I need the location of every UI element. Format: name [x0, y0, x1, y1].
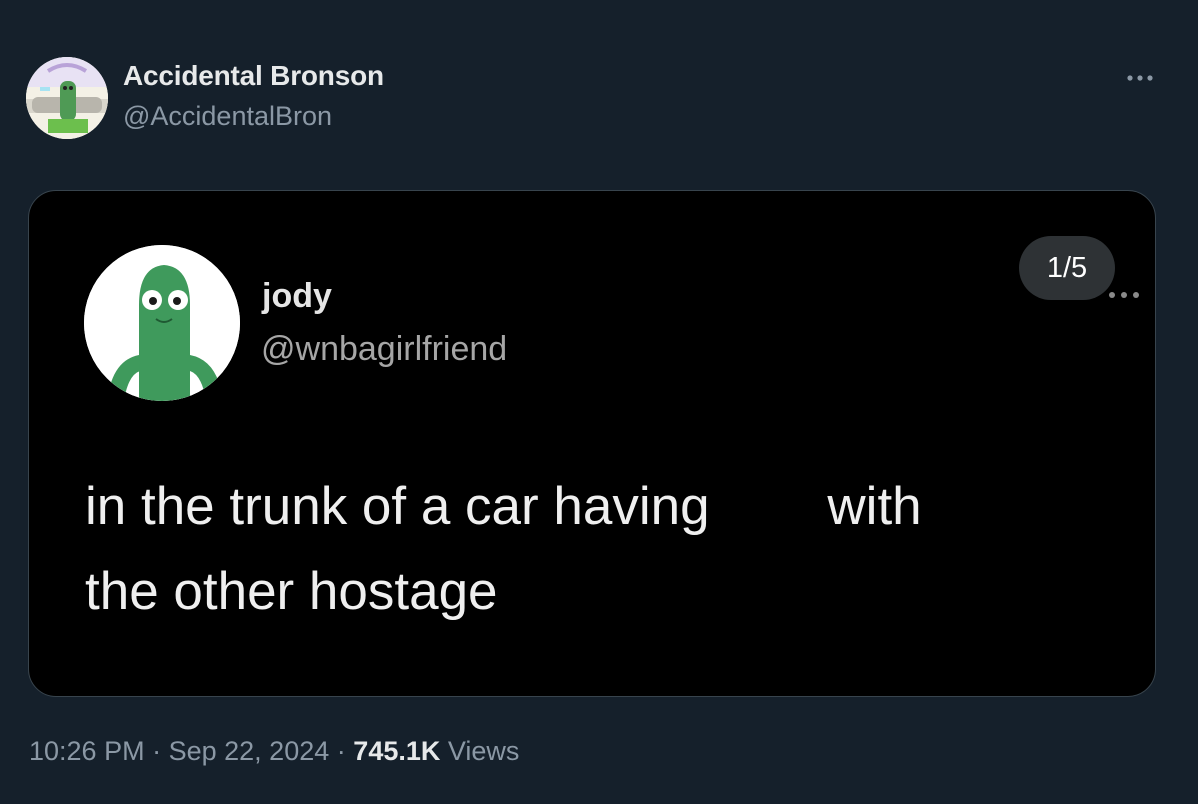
author-name[interactable]: Accidental Bronson — [123, 60, 384, 92]
inner-text-line-1: in the trunk of a car having with — [85, 477, 922, 536]
inner-text-line-2: the other hostage — [85, 562, 498, 621]
author-avatar[interactable] — [26, 57, 108, 139]
author-handle[interactable]: @AccidentalBron — [123, 101, 332, 132]
more-dots-icon — [1127, 75, 1153, 81]
inner-more-dots-icon — [1109, 292, 1139, 298]
more-options-button[interactable] — [1120, 58, 1160, 98]
meta-separator: · — [152, 736, 162, 766]
views-count[interactable]: 745.1K — [353, 736, 440, 766]
inner-name: jody — [262, 277, 332, 315]
gumby-car-avatar-icon — [26, 57, 108, 139]
gumby-avatar-icon — [84, 245, 240, 401]
inner-avatar — [84, 245, 240, 401]
tweet-date[interactable]: Sep 22, 2024 — [169, 736, 330, 766]
meta-separator: · — [336, 736, 346, 766]
tweet: Accidental Bronson @AccidentalBron jody — [0, 0, 1198, 804]
image-counter[interactable]: 1/5 — [1019, 236, 1115, 300]
tweet-time[interactable]: 10:26 PM — [29, 736, 145, 766]
inner-handle: @wnbagirlfriend — [261, 330, 508, 368]
views-label: Views — [447, 736, 520, 766]
media-image[interactable]: jody @wnbagirlfriend 1/5 in the trunk of… — [28, 190, 1156, 697]
tweet-meta: 10:26 PM · Sep 22, 2024 · 745.1K Views — [29, 736, 519, 767]
